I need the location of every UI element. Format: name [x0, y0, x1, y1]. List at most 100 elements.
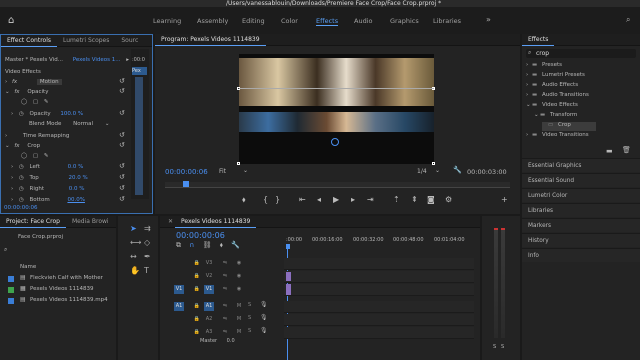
expand-icon[interactable]: ›: [11, 175, 13, 181]
workspace-learning[interactable]: Learning: [153, 17, 181, 25]
tab-lumetri-scopes[interactable]: Lumetri Scopes: [57, 35, 115, 46]
master-value[interactable]: 0.0: [227, 338, 235, 344]
project-item[interactable]: ▤ Fleckvieh Calf with Mother: [8, 274, 113, 283]
rect-mask-icon[interactable]: ▢: [33, 153, 38, 159]
track-name[interactable]: V2: [204, 272, 214, 281]
timeline-ruler[interactable]: :00:00 00:00:16:00 00:00:32:00 00:00:48:…: [286, 236, 476, 250]
add-marker-icon[interactable]: ⬧: [220, 241, 223, 249]
lock-icon[interactable]: 🔒: [192, 272, 202, 281]
expand-icon[interactable]: ›: [11, 111, 13, 117]
panel-section-header[interactable]: History: [522, 233, 640, 247]
lock-icon[interactable]: 🔒: [192, 328, 202, 337]
snap-icon[interactable]: ∩: [189, 241, 194, 249]
razor-icon[interactable]: ◇: [144, 238, 150, 247]
chevron-down-icon[interactable]: ⌄: [435, 167, 440, 174]
sync-icon[interactable]: ⇋: [220, 328, 230, 337]
program-timecode[interactable]: 00:00:00:06: [165, 168, 208, 176]
rect-mask-icon[interactable]: ▢: [33, 99, 38, 105]
solo-button[interactable]: S: [493, 344, 496, 350]
eye-icon[interactable]: ◉: [234, 285, 244, 294]
stopwatch-icon[interactable]: ◷: [19, 186, 24, 192]
microphone-icon[interactable]: 🎙: [260, 301, 268, 308]
expand-icon[interactable]: ›: [11, 164, 13, 170]
motion-row[interactable]: › fx Motion: [5, 77, 125, 87]
effects-tree-item[interactable]: › ▬ Lumetri Presets: [526, 72, 585, 81]
track-header[interactable]: 🔒 A2 ⇋ M S 🎙: [160, 314, 284, 326]
sync-icon[interactable]: ⇋: [220, 272, 230, 281]
workspace-graphics[interactable]: Graphics: [390, 17, 419, 25]
reset-icon[interactable]: ↺: [119, 173, 125, 181]
reset-icon[interactable]: ↺: [119, 87, 125, 95]
tab-source[interactable]: Sourc: [115, 35, 144, 46]
solo-button[interactable]: S: [248, 302, 251, 308]
track-target-icon[interactable]: [174, 328, 184, 337]
track-header[interactable]: V1 🔒 V1 ⇋ ◉: [160, 284, 284, 296]
expand-icon[interactable]: ›: [11, 186, 13, 192]
crop-left-value[interactable]: 0.0 %: [68, 164, 84, 170]
linked-icon[interactable]: ⛓: [203, 241, 212, 249]
reset-icon[interactable]: ↺: [119, 77, 125, 85]
track-target-icon[interactable]: [174, 259, 184, 268]
timeline-settings-icon[interactable]: 🔧: [231, 241, 240, 249]
project-search-icon[interactable]: ⌕: [4, 246, 7, 254]
track-target-icon[interactable]: [174, 315, 184, 324]
track-name[interactable]: V1: [204, 285, 214, 294]
settings-icon[interactable]: ⚙: [445, 195, 452, 204]
effect-mini-timeline[interactable]: :00:0 Pex: [131, 49, 149, 199]
panel-section-header[interactable]: Libraries: [522, 203, 640, 217]
lock-icon[interactable]: 🔒: [192, 315, 202, 324]
opacity-value[interactable]: 100.0 %: [60, 111, 83, 117]
crop-handle-bl[interactable]: [237, 162, 240, 165]
play-clip-icon[interactable]: ▸: [126, 57, 129, 63]
project-item[interactable]: ▦ Pexels Videos 1114839: [8, 285, 113, 294]
stopwatch-icon[interactable]: ◷: [19, 111, 24, 117]
tab-project[interactable]: Project: Face Crop: [0, 216, 66, 228]
slip-icon[interactable]: ↔: [130, 252, 137, 261]
effects-tree-item[interactable]: ⌄▬ Video Effects: [526, 102, 578, 111]
eye-icon[interactable]: ◉: [234, 259, 244, 268]
time-remap-row[interactable]: › Time Remapping: [5, 131, 69, 141]
hand-icon[interactable]: ✋: [130, 266, 140, 275]
fx-icon[interactable]: fx: [14, 89, 19, 95]
sync-icon[interactable]: ⇋: [220, 259, 230, 268]
crop-bottom-value[interactable]: 00.0%: [67, 197, 84, 203]
lock-icon[interactable]: 🔒: [192, 259, 202, 268]
crop-right-value[interactable]: 0.0 %: [69, 186, 85, 192]
sync-icon[interactable]: ⇋: [220, 315, 230, 324]
workspace-editing[interactable]: Editing: [242, 17, 265, 25]
tab-media-browser[interactable]: Media Browi: [66, 216, 115, 227]
solo-button[interactable]: S: [248, 315, 251, 321]
project-item[interactable]: ▤ Pexels Videos 1114839.mp4: [8, 296, 113, 305]
mini-clip-bar[interactable]: Pex: [132, 67, 147, 75]
search-icon[interactable]: ⌕: [626, 15, 630, 25]
panel-section-header[interactable]: Lumetri Color: [522, 188, 640, 202]
reset-icon[interactable]: ↺: [119, 195, 125, 203]
expand-icon[interactable]: ›: [11, 197, 13, 203]
eye-icon[interactable]: ◉: [234, 272, 244, 281]
track-name[interactable]: A2: [204, 315, 214, 324]
crop-top-value[interactable]: 20.0 %: [69, 175, 88, 181]
effects-tree-item[interactable]: › ▬ Audio Effects: [526, 82, 578, 91]
workspace-assembly[interactable]: Assembly: [197, 17, 228, 25]
chevron-down-icon[interactable]: ⌄: [105, 121, 110, 127]
selection-tool-icon[interactable]: ➤: [130, 224, 137, 233]
program-title[interactable]: Program: Pexels Videos 1114839: [155, 34, 266, 46]
track-lane[interactable]: [284, 327, 474, 339]
opacity-row[interactable]: ⌄ fx Opacity: [5, 87, 48, 97]
pen-mask-icon[interactable]: ✎: [44, 99, 49, 105]
track-name[interactable]: A3: [204, 328, 214, 337]
name-column-header[interactable]: Name: [20, 264, 36, 270]
track-header[interactable]: A1 🔒 A1 ⇋ M S 🎙: [160, 301, 284, 313]
extract-icon[interactable]: ⇞: [411, 195, 418, 204]
effects-tree-item[interactable]: ▭ Crop: [542, 122, 596, 131]
add-button-icon[interactable]: +: [501, 195, 508, 204]
track-target-icon[interactable]: A1: [174, 302, 184, 311]
workspace-color[interactable]: Color: [281, 17, 298, 25]
microphone-icon[interactable]: 🎙: [260, 327, 268, 334]
go-to-in-icon[interactable]: ⇤: [299, 195, 306, 204]
mute-button[interactable]: M: [234, 315, 244, 324]
effect-controls-timecode[interactable]: 00:00:00:06: [4, 205, 38, 211]
stopwatch-icon[interactable]: ◷: [19, 197, 24, 203]
playhead-icon[interactable]: [183, 181, 189, 187]
anchor-point-icon[interactable]: [331, 138, 339, 146]
